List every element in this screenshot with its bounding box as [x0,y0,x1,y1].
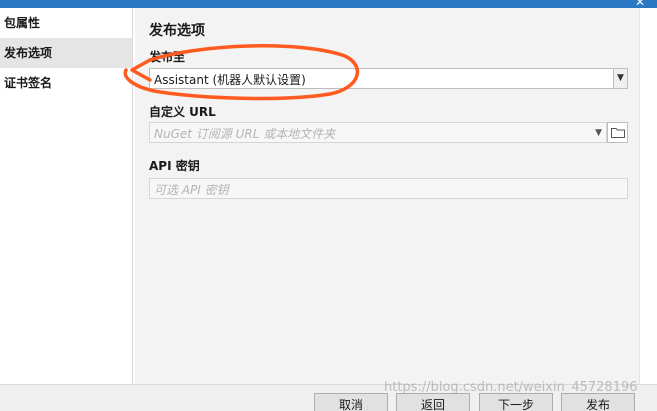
api-key-input[interactable]: 可选 API 密钥 [149,178,628,199]
chevron-down-icon[interactable]: ▼ [613,69,627,88]
api-key-placeholder: 可选 API 密钥 [154,183,229,197]
folder-icon [611,128,625,138]
cancel-button[interactable]: 取消 [314,393,388,411]
sidebar-item-publish-options[interactable]: 发布选项 [0,38,132,68]
custom-url-input[interactable]: NuGet 订阅源 URL 或本地文件夹 ▼ [149,122,607,143]
custom-url-label: 自定义 URL [149,105,216,119]
custom-url-placeholder: NuGet 订阅源 URL 或本地文件夹 [154,127,336,141]
title-bar: ✕ [0,0,657,9]
sidebar-item-label: 包属性 [4,16,41,30]
main-panel: 发布选项 发布至 Assistant (机器人默认设置) ▼ 自定义 URL N… [135,8,639,384]
back-button[interactable]: 返回 [396,393,470,411]
browse-folder-button[interactable] [607,122,628,143]
api-key-label: API 密钥 [149,159,200,173]
section-title: 发布选项 [149,23,205,39]
sidebar-item-label: 发布选项 [4,46,53,60]
publish-to-value: Assistant (机器人默认设置) [154,73,306,87]
sidebar-item-package-properties[interactable]: 包属性 [0,8,132,38]
sidebar: 包属性 发布选项 证书签名 [0,8,133,384]
publish-button[interactable]: 发布 [561,393,635,411]
sidebar-item-certificate-signing[interactable]: 证书签名 [0,68,132,98]
next-button[interactable]: 下一步 [479,393,553,411]
footer-bar: 取消 返回 下一步 发布 [0,384,657,411]
publish-to-label: 发布至 [149,50,186,64]
publish-to-select[interactable]: Assistant (机器人默认设置) ▼ [149,68,628,89]
sidebar-item-label: 证书签名 [4,76,53,90]
chevron-down-icon[interactable]: ▼ [595,124,602,143]
scrollbar[interactable] [639,8,657,384]
